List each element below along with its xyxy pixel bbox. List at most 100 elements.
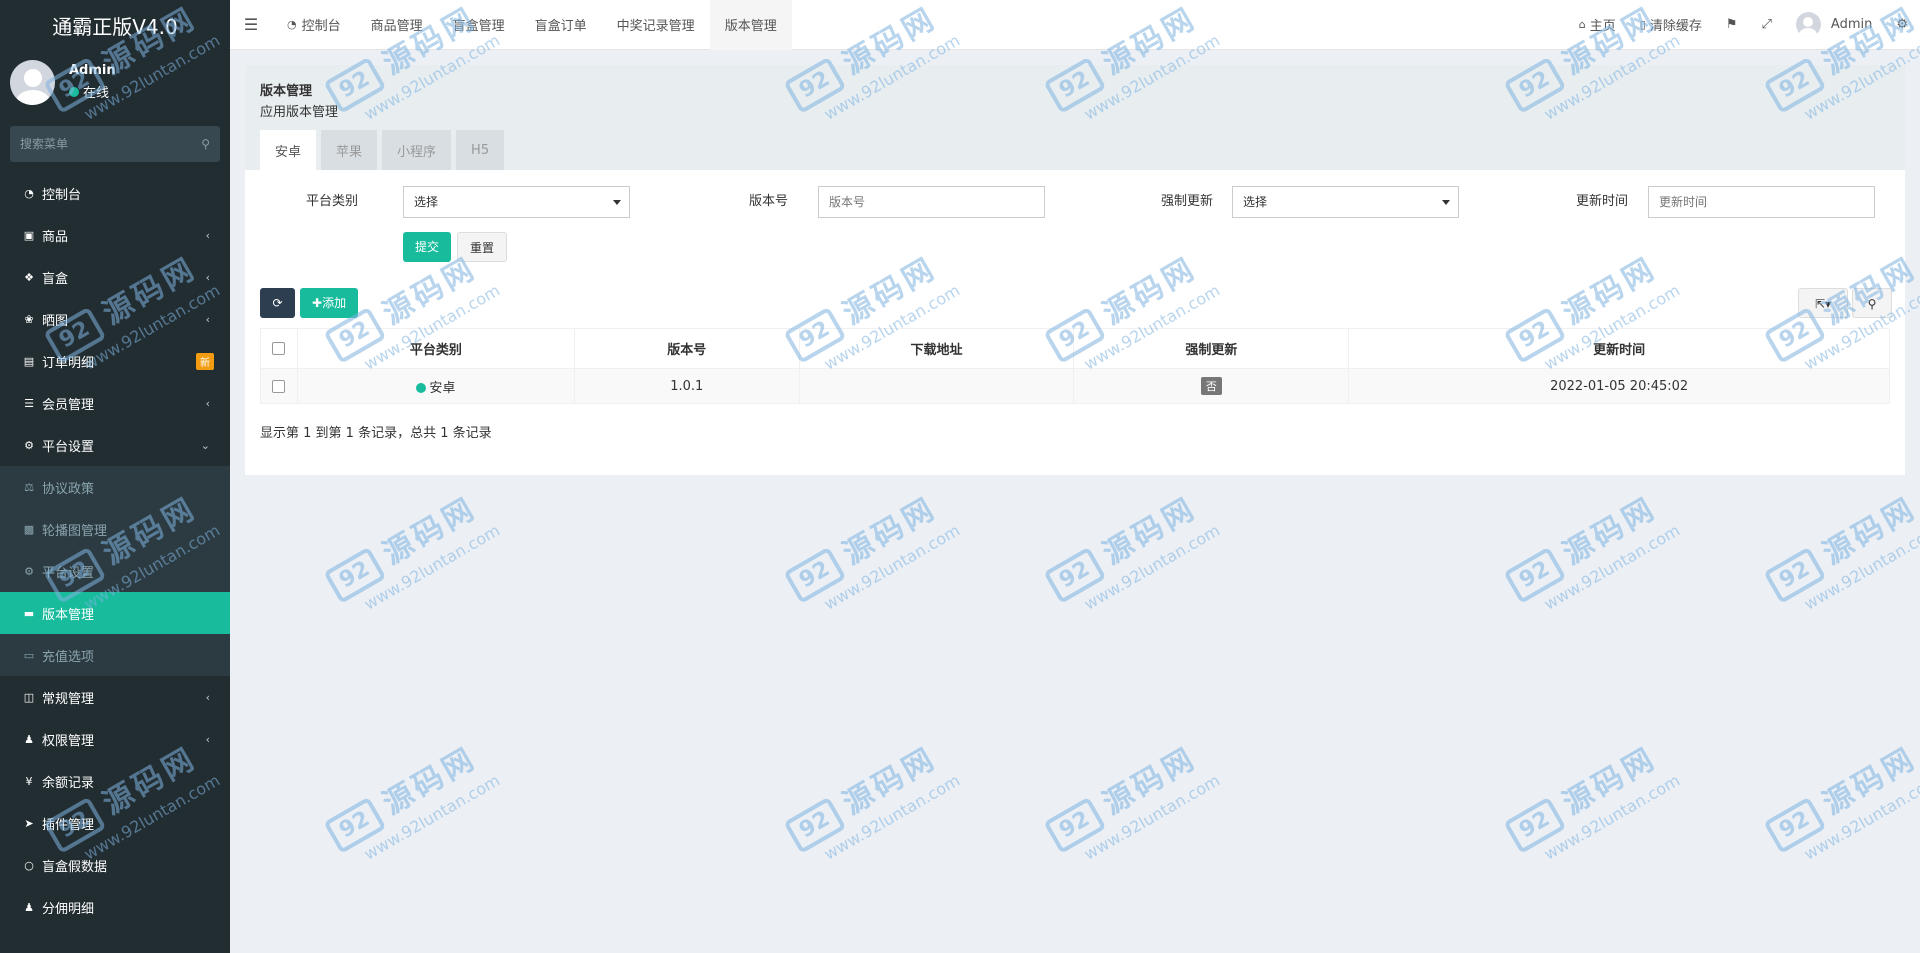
sidebar-item-plugins[interactable]: ➤ 插件管理 [0, 802, 230, 844]
sidebar-item-blindbox[interactable]: ❖ 盲盒 ‹ [0, 256, 230, 298]
language-icon[interactable]: ⚑ [1714, 0, 1750, 50]
credit-card-icon: ▭ [23, 648, 35, 662]
fullscreen-icon[interactable]: ⤢ [1750, 0, 1784, 50]
watermark: 92 源码网 www.92luntan.com [773, 455, 986, 624]
reset-button[interactable]: 重置 [457, 232, 508, 262]
avatar [10, 59, 55, 105]
watermark: 92 源码网 www.92luntan.com [1753, 705, 1920, 874]
select-all-checkbox[interactable] [272, 342, 286, 355]
force-update-select[interactable]: 选择 [1232, 186, 1459, 218]
tab-blindbox-orders[interactable]: 盲盒订单 [520, 0, 602, 50]
watermark-logo: 92 [783, 546, 847, 604]
add-button[interactable]: ✚添加 [300, 288, 359, 318]
sidebar-item-policy[interactable]: ⚖ 协议政策 [0, 466, 230, 508]
sidebar-menu: ◔ 控制台 ▣ 商品 ‹ ❖ 盲盒 ‹ ❀ 晒图 ‹ ▤ 订单明细新 ☰ 会员管理 ‹ ⚙ 平台设置 ⌄… [0, 172, 230, 928]
watermark-logo: 92 [1503, 546, 1567, 604]
col-force-update[interactable]: 强制更新 [1073, 328, 1350, 369]
sidebar-item-platform-settings[interactable]: ⚙ 平台设置 [0, 550, 230, 592]
shopping-bag-icon: ▣ [23, 228, 35, 242]
sidebar-item-dashboard[interactable]: ◔ 控制台 [0, 172, 230, 214]
table-row: 安卓 1.0.1 否 2022-01-05 20:45:02 [260, 368, 1890, 404]
avatar [1795, 12, 1821, 37]
database-icon: ◫ [23, 690, 35, 704]
version-input[interactable] [818, 186, 1045, 218]
cart-icon: ▤ [23, 354, 35, 368]
sidebar-item-commission[interactable]: ♟ 分佣明细 [0, 886, 230, 928]
filter-form: 平台类别 选择 版本号 强制更新 选择 更新时间 [245, 185, 1905, 219]
menu-toggle-icon[interactable]: ☰ [230, 15, 272, 34]
sidebar-item-photos[interactable]: ❀ 晒图 ‹ [0, 298, 230, 340]
watermark-text: 源码网 [1557, 490, 1663, 572]
status-dot-icon [416, 382, 427, 393]
sidebar-item-fake-data[interactable]: ○ 盲盒假数据 [0, 844, 230, 886]
tab-android[interactable]: 安卓 [260, 130, 317, 170]
menu-search: ⚲ [10, 126, 220, 162]
search-toggle-button[interactable]: ⚲ [1852, 288, 1892, 318]
watermark-url: www.92luntan.com [820, 520, 964, 614]
cube-icon: ❖ [24, 270, 34, 284]
platform-select[interactable]: 选择 [403, 186, 630, 218]
col-platform[interactable]: 平台类别 [296, 328, 575, 369]
search-icon[interactable]: ⚲ [201, 137, 210, 151]
watermark-logo: 92 [1043, 796, 1107, 854]
caret-down-icon [1442, 200, 1450, 205]
menu-search-input[interactable] [20, 137, 202, 151]
clear-cache-button[interactable]: ▯ 清除缓存 [1628, 0, 1714, 50]
sidebar-item-platform[interactable]: ⚙ 平台设置 ⌄ [0, 424, 230, 466]
image-icon: ▩ [23, 522, 35, 536]
col-version[interactable]: 版本号 [573, 328, 800, 369]
sidebar-item-recharge[interactable]: ▭ 充值选项 [0, 634, 230, 676]
user-status: 在线 [69, 82, 116, 101]
refresh-button[interactable]: ⟳ [260, 288, 295, 318]
brand-logo[interactable]: 通霸正版V4.0 [0, 0, 230, 50]
id-card-icon: ▬ [23, 606, 35, 620]
page-subtitle: 应用版本管理 [260, 105, 339, 120]
force-update-label: 强制更新 [1160, 194, 1213, 209]
tab-goods[interactable]: 商品管理 [356, 0, 438, 50]
sidebar-item-general[interactable]: ◫ 常规管理 ‹ [0, 676, 230, 718]
home-link[interactable]: ⌂ 主页 [1567, 0, 1628, 50]
sidebar-item-banner[interactable]: ▩ 轮播图管理 [0, 508, 230, 550]
caret-down-icon [613, 200, 621, 205]
chevron-left-icon: ‹ [205, 228, 210, 242]
col-download-url[interactable]: 下载地址 [798, 328, 1075, 369]
tab-ios[interactable]: 苹果 [321, 130, 378, 170]
sidebar-item-orders[interactable]: ▤ 订单明细新 [0, 340, 230, 382]
platform-cell[interactable]: 安卓 [296, 368, 575, 404]
watermark-url: www.92luntan.com [1800, 770, 1920, 864]
tab-h5[interactable]: H5 [456, 130, 505, 170]
watermark-logo: 92 [1043, 546, 1107, 604]
update-time-input[interactable] [1648, 186, 1875, 218]
sidebar-item-auth[interactable]: ♟ 权限管理 ‹ [0, 718, 230, 760]
watermark: 92 源码网 www.92luntan.com [1033, 705, 1246, 874]
watermark-logo: 92 [323, 796, 387, 854]
update-time-cell: 2022-01-05 20:45:02 [1348, 368, 1890, 404]
sidebar-item-goods[interactable]: ▣ 商品 ‹ [0, 214, 230, 256]
watermark: 92 源码网 www.92luntan.com [1033, 455, 1246, 624]
watermark-url: www.92luntan.com [1540, 520, 1684, 614]
tab-winning-records[interactable]: 中奖记录管理 [602, 0, 710, 50]
tab-blindbox[interactable]: 盲盒管理 [438, 0, 520, 50]
dashboard-icon: ◔ [24, 186, 34, 200]
watermark-logo: 92 [1503, 796, 1567, 854]
sidebar-item-version[interactable]: ▬ 版本管理 [0, 592, 230, 634]
watermark-text: 源码网 [1097, 490, 1203, 572]
tab-dashboard[interactable]: ◔ 控制台 [272, 0, 356, 50]
watermark-logo: 92 [323, 546, 387, 604]
tab-version[interactable]: 版本管理 [709, 0, 792, 50]
export-button[interactable]: ⇱▾ [1798, 288, 1848, 318]
dropbox-icon: ❀ [24, 312, 34, 326]
watermark: 92 源码网 www.92luntan.com [1753, 455, 1920, 624]
plus-icon: ✚ [312, 296, 323, 310]
tab-miniprogram[interactable]: 小程序 [382, 130, 452, 170]
cog-icon: ⚙ [24, 438, 34, 452]
settings-icon[interactable]: ⚙ [1884, 0, 1920, 50]
sidebar-item-balance[interactable]: ¥ 余额记录 [0, 760, 230, 802]
user-menu[interactable]: Admin [1784, 0, 1884, 50]
submit-button[interactable]: 提交 [403, 232, 452, 262]
row-checkbox[interactable] [272, 379, 286, 393]
watermark-url: www.92luntan.com [1800, 520, 1920, 614]
chevron-left-icon: ‹ [205, 396, 210, 410]
sidebar-item-members[interactable]: ☰ 会员管理 ‹ [0, 382, 230, 424]
col-update-time[interactable]: 更新时间 [1348, 328, 1890, 369]
